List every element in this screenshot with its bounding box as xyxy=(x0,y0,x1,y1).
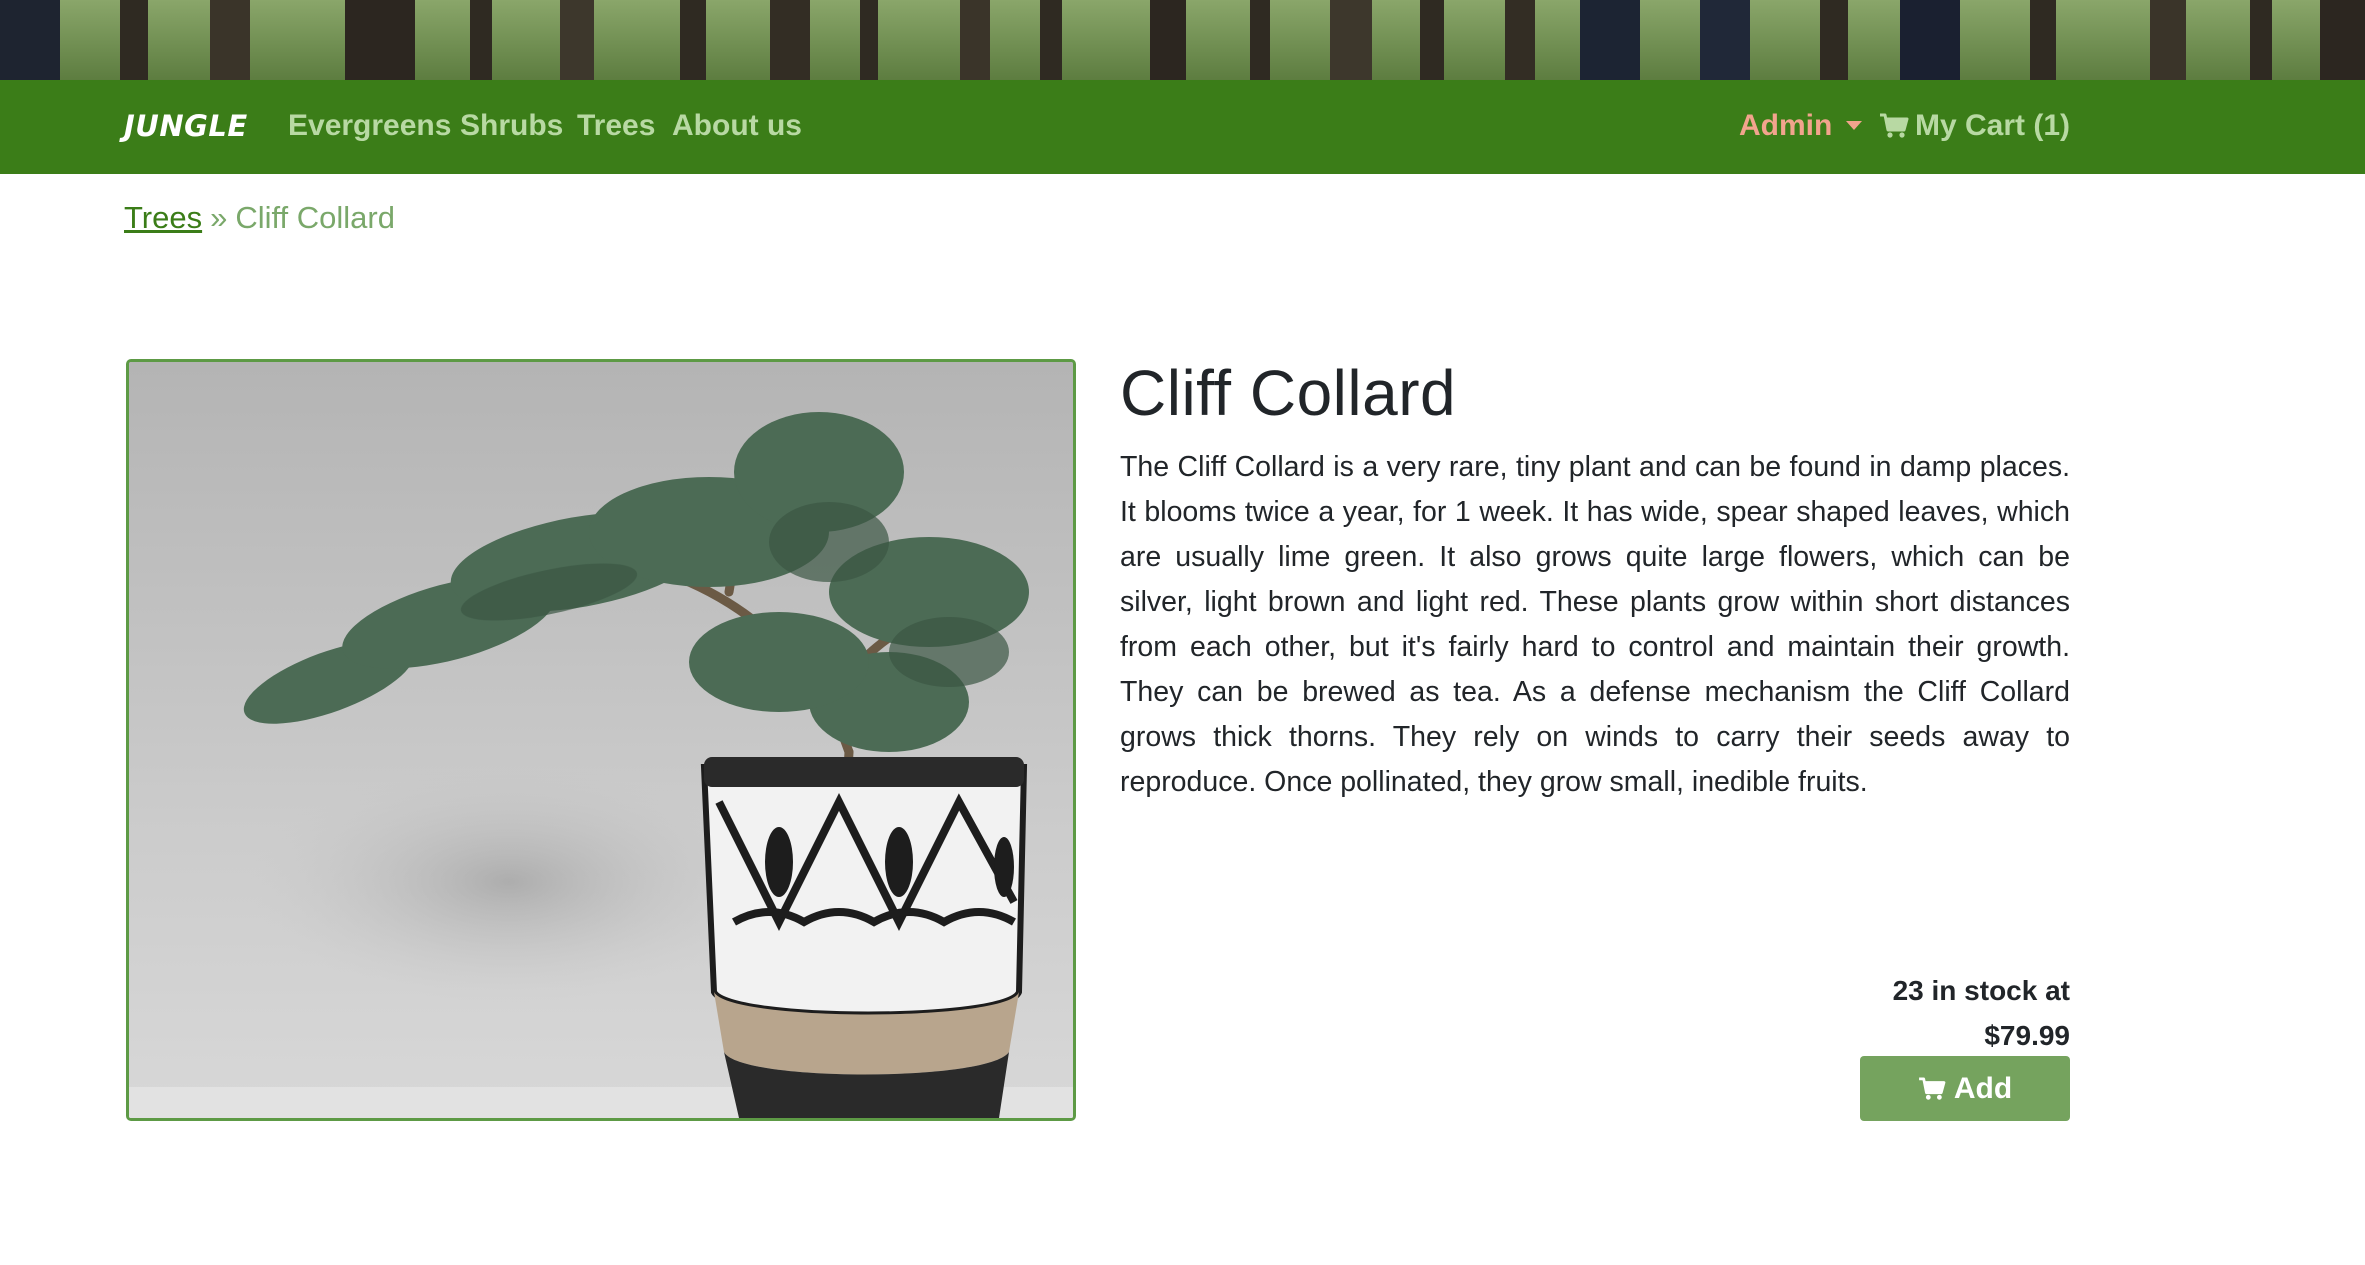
caret-down-icon xyxy=(1846,121,1863,130)
cart-icon xyxy=(1918,1076,1946,1100)
stock-price-info: 23 in stock at $79.99 xyxy=(1893,968,2070,1058)
nav-link-about-us[interactable]: About us xyxy=(672,109,802,143)
admin-label: Admin xyxy=(1739,109,1833,142)
admin-dropdown-toggle[interactable]: Admin xyxy=(1739,109,1863,143)
cart-label: My Cart (1) xyxy=(1915,109,2071,142)
nav-link-evergreens[interactable]: Evergreens xyxy=(288,109,451,143)
add-button-label: Add xyxy=(1953,1071,2013,1105)
nav-link-trees[interactable]: Trees xyxy=(577,109,655,143)
product-description: The Cliff Collard is a very rare, tiny p… xyxy=(1120,451,2070,798)
breadcrumb: Trees» Cliff Collard xyxy=(124,200,395,236)
product-title: Cliff Collard xyxy=(1120,357,1457,429)
stock-line: 23 in stock at xyxy=(1892,975,2070,1006)
breadcrumb-link-trees[interactable]: Trees xyxy=(124,200,202,235)
my-cart-link[interactable]: My Cart (1) xyxy=(1879,109,2070,143)
add-to-cart-button[interactable]: Add xyxy=(1860,1056,2070,1121)
product-image xyxy=(126,359,1076,1121)
breadcrumb-current: Cliff Collard xyxy=(235,200,395,235)
brand-logo-link[interactable]: JUNGLE xyxy=(124,109,248,143)
main-navbar: JUNGLE Evergreens Shrubs Trees About us … xyxy=(0,80,2365,174)
nav-link-shrubs[interactable]: Shrubs xyxy=(460,109,563,143)
forest-banner xyxy=(0,0,2365,80)
product-price: $79.99 xyxy=(1984,1020,2070,1051)
breadcrumb-separator: » xyxy=(210,200,228,235)
cart-icon xyxy=(1880,113,1909,138)
